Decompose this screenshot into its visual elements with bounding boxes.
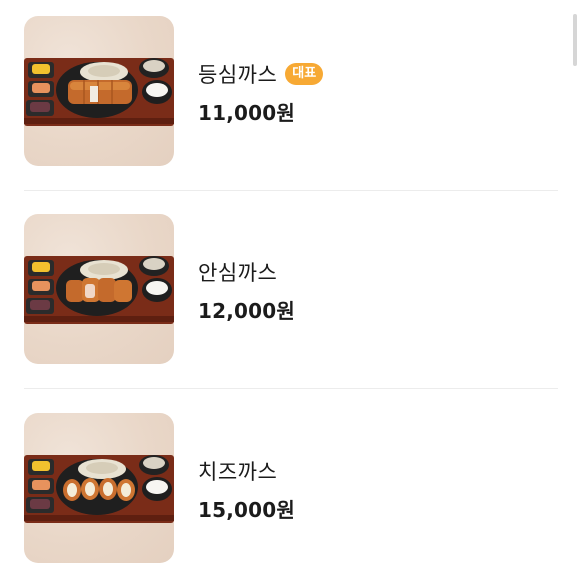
- menu-item-name: 안심까스: [198, 261, 278, 285]
- menu-item-name: 등심까스: [198, 63, 278, 87]
- menu-item-info: 등심까스 대표 11,000원: [198, 59, 324, 126]
- menu-item-image: [24, 16, 174, 166]
- menu-item-price: 12,000원: [198, 299, 295, 323]
- menu-item-cheese-cutlet[interactable]: 치즈까스 15,000원: [0, 397, 580, 563]
- menu-item-price: 11,000원: [198, 101, 295, 125]
- menu-item-info: 안심까스 12,000원: [198, 257, 295, 324]
- menu-item-price: 15,000원: [198, 498, 295, 522]
- divider: [24, 388, 558, 389]
- menu-item-image: [24, 413, 174, 563]
- menu-item-name: 치즈까스: [198, 460, 278, 484]
- menu-item-image: [24, 214, 174, 364]
- signature-badge: 대표: [285, 63, 324, 85]
- menu-item-info: 치즈까스 15,000원: [198, 456, 295, 523]
- menu-item-name-row: 등심까스 대표: [198, 59, 324, 89]
- menu-item-name-row: 치즈까스: [198, 456, 295, 486]
- menu-item-name-row: 안심까스: [198, 257, 295, 287]
- menu-item-tenderloin-cutlet[interactable]: 안심까스 12,000원: [0, 198, 580, 364]
- divider: [24, 190, 558, 191]
- menu-item-loin-cutlet[interactable]: 등심까스 대표 11,000원: [0, 0, 580, 166]
- menu-list-page: 등심까스 대표 11,000원 안심까스 12,000원 치즈까스 15,000…: [0, 0, 580, 583]
